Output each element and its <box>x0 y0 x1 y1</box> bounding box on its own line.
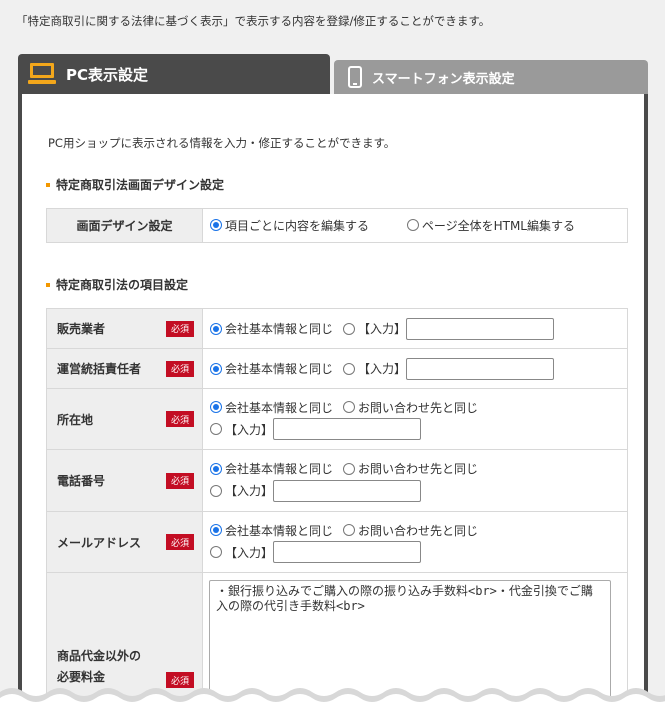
option-same-as-contact[interactable]: お問い合わせ先と同じ <box>343 522 478 539</box>
radio-selected-icon[interactable] <box>210 524 222 536</box>
option-label: 【入力】 <box>358 362 407 376</box>
radio-selected-icon[interactable] <box>210 322 222 335</box>
table-row: 販売業者 必須 会社基本情報と同じ 【入力】 <box>46 308 628 349</box>
table-row: 運営統括責任者 必須 会社基本情報と同じ 【入力】 <box>46 348 628 389</box>
option-label: 会社基本情報と同じ <box>225 400 334 415</box>
radio-icon[interactable] <box>343 362 356 375</box>
option-label: お問い合わせ先と同じ <box>358 462 479 476</box>
option-label: 会社基本情報と同じ <box>225 362 334 376</box>
option-label: 【入力】 <box>225 484 274 498</box>
row-label: 電話番号 <box>57 474 106 488</box>
radio-icon[interactable] <box>210 484 222 497</box>
row-label: 運営統括責任者 <box>57 362 142 376</box>
option-input[interactable]: 【入力】 <box>210 482 273 499</box>
row-value-cell: 会社基本情報と同じ 【入力】 <box>202 308 628 349</box>
table-row: 電話番号 必須 会社基本情報と同じ お問い合わせ先と同じ 【入力】 <box>46 449 628 512</box>
design-option-html[interactable]: ページ全体をHTML編集する <box>406 217 575 234</box>
option-same-as-company[interactable]: 会社基本情報と同じ <box>210 320 333 337</box>
radio-icon[interactable] <box>210 423 222 435</box>
option-label: 【入力】 <box>225 422 274 437</box>
table-row: 所在地 必須 会社基本情報と同じ お問い合わせ先と同じ 【入力】 <box>46 388 628 450</box>
design-setting-options: 項目ごとに内容を編集する ページ全体をHTML編集する <box>202 208 628 243</box>
settings-panel: PC用ショップに表示される情報を入力・修正することができます。 特定商取引法画面… <box>18 94 648 718</box>
seller-input[interactable] <box>406 317 555 340</box>
tab-smartphone-settings[interactable]: スマートフォン表示設定 <box>334 60 648 94</box>
tab-pc-settings[interactable]: PC表示設定 <box>18 54 330 94</box>
option-same-as-contact[interactable]: お問い合わせ先と同じ <box>343 460 478 477</box>
design-settings-table: 画面デザイン設定 項目ごとに内容を編集する ページ全体をHTML編集する <box>46 208 628 243</box>
option-label: 会社基本情報と同じ <box>225 322 334 336</box>
option-input[interactable]: 【入力】 <box>210 421 273 438</box>
option-input[interactable]: 【入力】 <box>343 360 406 377</box>
row-label-cell: 所在地 必須 <box>46 388 203 450</box>
option-label: 会社基本情報と同じ <box>225 523 334 538</box>
option-label: お問い合わせ先と同じ <box>358 523 479 538</box>
radio-selected-icon[interactable] <box>210 462 222 475</box>
row-label: 所在地 <box>57 412 94 427</box>
radio-icon[interactable] <box>343 462 356 475</box>
row-label-cell: 運営統括責任者 必須 <box>46 348 203 389</box>
table-row: メールアドレス 必須 会社基本情報と同じ お問い合わせ先と同じ 【入力】 <box>46 511 628 573</box>
option-label: 【入力】 <box>225 545 274 560</box>
option-label: 会社基本情報と同じ <box>225 462 334 476</box>
required-badge: 必須 <box>166 320 194 337</box>
tab-bar: PC表示設定 スマートフォン表示設定 <box>18 54 648 94</box>
page-intro: 「特定商取引に関する法律に基づく表示」で表示する内容を登録/修正することができま… <box>16 14 491 28</box>
radio-icon[interactable] <box>210 546 222 558</box>
option-input[interactable]: 【入力】 <box>343 320 406 337</box>
required-badge: 必須 <box>166 411 194 427</box>
row-label-cell: 電話番号 必須 <box>46 449 203 512</box>
section-title-design: 特定商取引法画面デザイン設定 <box>46 176 224 193</box>
section-title-text: 特定商取引法の項目設定 <box>56 278 189 292</box>
row-label-cell: メールアドレス 必須 <box>46 511 203 573</box>
row-label-cell: 販売業者 必須 <box>46 308 203 349</box>
smartphone-icon <box>348 66 362 88</box>
page-cut-wave <box>0 688 665 718</box>
radio-icon[interactable] <box>343 524 356 536</box>
option-label: お問い合わせ先と同じ <box>358 400 479 415</box>
option-same-as-company[interactable]: 会社基本情報と同じ <box>210 360 333 377</box>
option-label: 【入力】 <box>358 322 407 336</box>
bullet-icon <box>46 282 50 287</box>
option-input[interactable]: 【入力】 <box>210 544 273 561</box>
email-input[interactable] <box>273 541 422 563</box>
row-label: 商品代金以外の <box>57 649 142 663</box>
option-same-as-company[interactable]: 会社基本情報と同じ <box>210 399 333 416</box>
option-same-as-contact[interactable]: お問い合わせ先と同じ <box>343 399 478 416</box>
row-label: 販売業者 <box>57 322 106 336</box>
items-settings-table: 販売業者 必須 会社基本情報と同じ 【入力】 運営統括責任者 必須 会社基本情報… <box>46 308 628 713</box>
required-badge: 必須 <box>166 534 194 550</box>
radio-icon[interactable] <box>343 322 356 335</box>
radio-icon[interactable] <box>406 219 419 232</box>
row-label: メールアドレス <box>57 535 142 550</box>
radio-icon[interactable] <box>343 401 356 413</box>
required-badge: 必須 <box>166 472 194 489</box>
row-value-cell: 会社基本情報と同じ お問い合わせ先と同じ 【入力】 <box>202 388 628 450</box>
radio-selected-icon[interactable] <box>210 219 222 232</box>
tab-smartphone-label: スマートフォン表示設定 <box>372 71 515 87</box>
phone-input[interactable] <box>273 479 422 502</box>
design-setting-label: 画面デザイン設定 <box>46 208 203 243</box>
row-value-cell: 会社基本情報と同じ お問い合わせ先と同じ 【入力】 <box>202 449 628 512</box>
section-title-items: 特定商取引法の項目設定 <box>46 276 188 293</box>
row-value-cell: 会社基本情報と同じ お問い合わせ先と同じ 【入力】 <box>202 511 628 573</box>
required-badge: 必須 <box>166 360 194 377</box>
row-value-cell: 会社基本情報と同じ 【入力】 <box>202 348 628 389</box>
desktop-icon <box>28 63 56 85</box>
option-label: 項目ごとに内容を編集する <box>225 218 370 233</box>
address-input[interactable] <box>273 418 422 440</box>
panel-description: PC用ショップに表示される情報を入力・修正することができます。 <box>48 136 396 150</box>
section-title-text: 特定商取引法画面デザイン設定 <box>56 178 225 192</box>
option-label: ページ全体をHTML編集する <box>421 218 575 233</box>
radio-selected-icon[interactable] <box>210 401 222 413</box>
tab-pc-label: PC表示設定 <box>66 65 149 84</box>
bullet-icon <box>46 182 50 187</box>
radio-selected-icon[interactable] <box>210 362 222 375</box>
option-same-as-company[interactable]: 会社基本情報と同じ <box>210 460 333 477</box>
manager-input[interactable] <box>406 357 555 380</box>
design-option-by-item[interactable]: 項目ごとに内容を編集する <box>210 217 369 234</box>
option-same-as-company[interactable]: 会社基本情報と同じ <box>210 522 333 539</box>
